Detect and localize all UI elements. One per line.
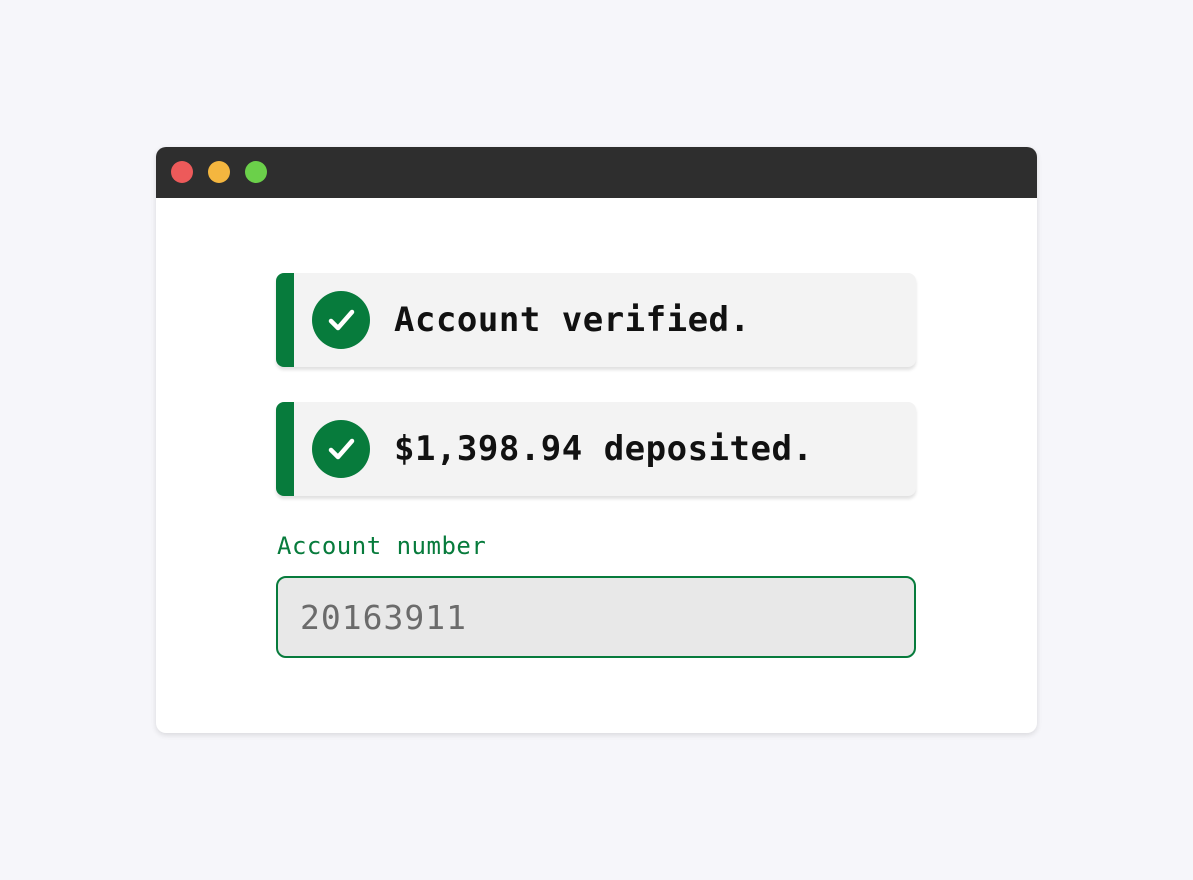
alert-message: Account verified. <box>394 300 751 340</box>
account-number-label: Account number <box>277 532 487 560</box>
minimize-window-button[interactable] <box>208 161 230 183</box>
alert-accent-bar <box>276 273 294 367</box>
alert-message: $1,398.94 deposited. <box>394 429 814 469</box>
window-titlebar <box>156 147 1037 198</box>
maximize-window-button[interactable] <box>245 161 267 183</box>
success-alert-deposit: $1,398.94 deposited. <box>276 402 916 496</box>
check-circle-icon <box>312 291 370 349</box>
account-number-input[interactable]: 20163911 <box>276 576 916 658</box>
browser-window: Account verified. $1,398.94 deposited. A… <box>156 147 1037 733</box>
account-number-value: 20163911 <box>300 598 467 637</box>
close-window-button[interactable] <box>171 161 193 183</box>
success-alert-verified: Account verified. <box>276 273 916 367</box>
alert-accent-bar <box>276 402 294 496</box>
check-circle-icon <box>312 420 370 478</box>
